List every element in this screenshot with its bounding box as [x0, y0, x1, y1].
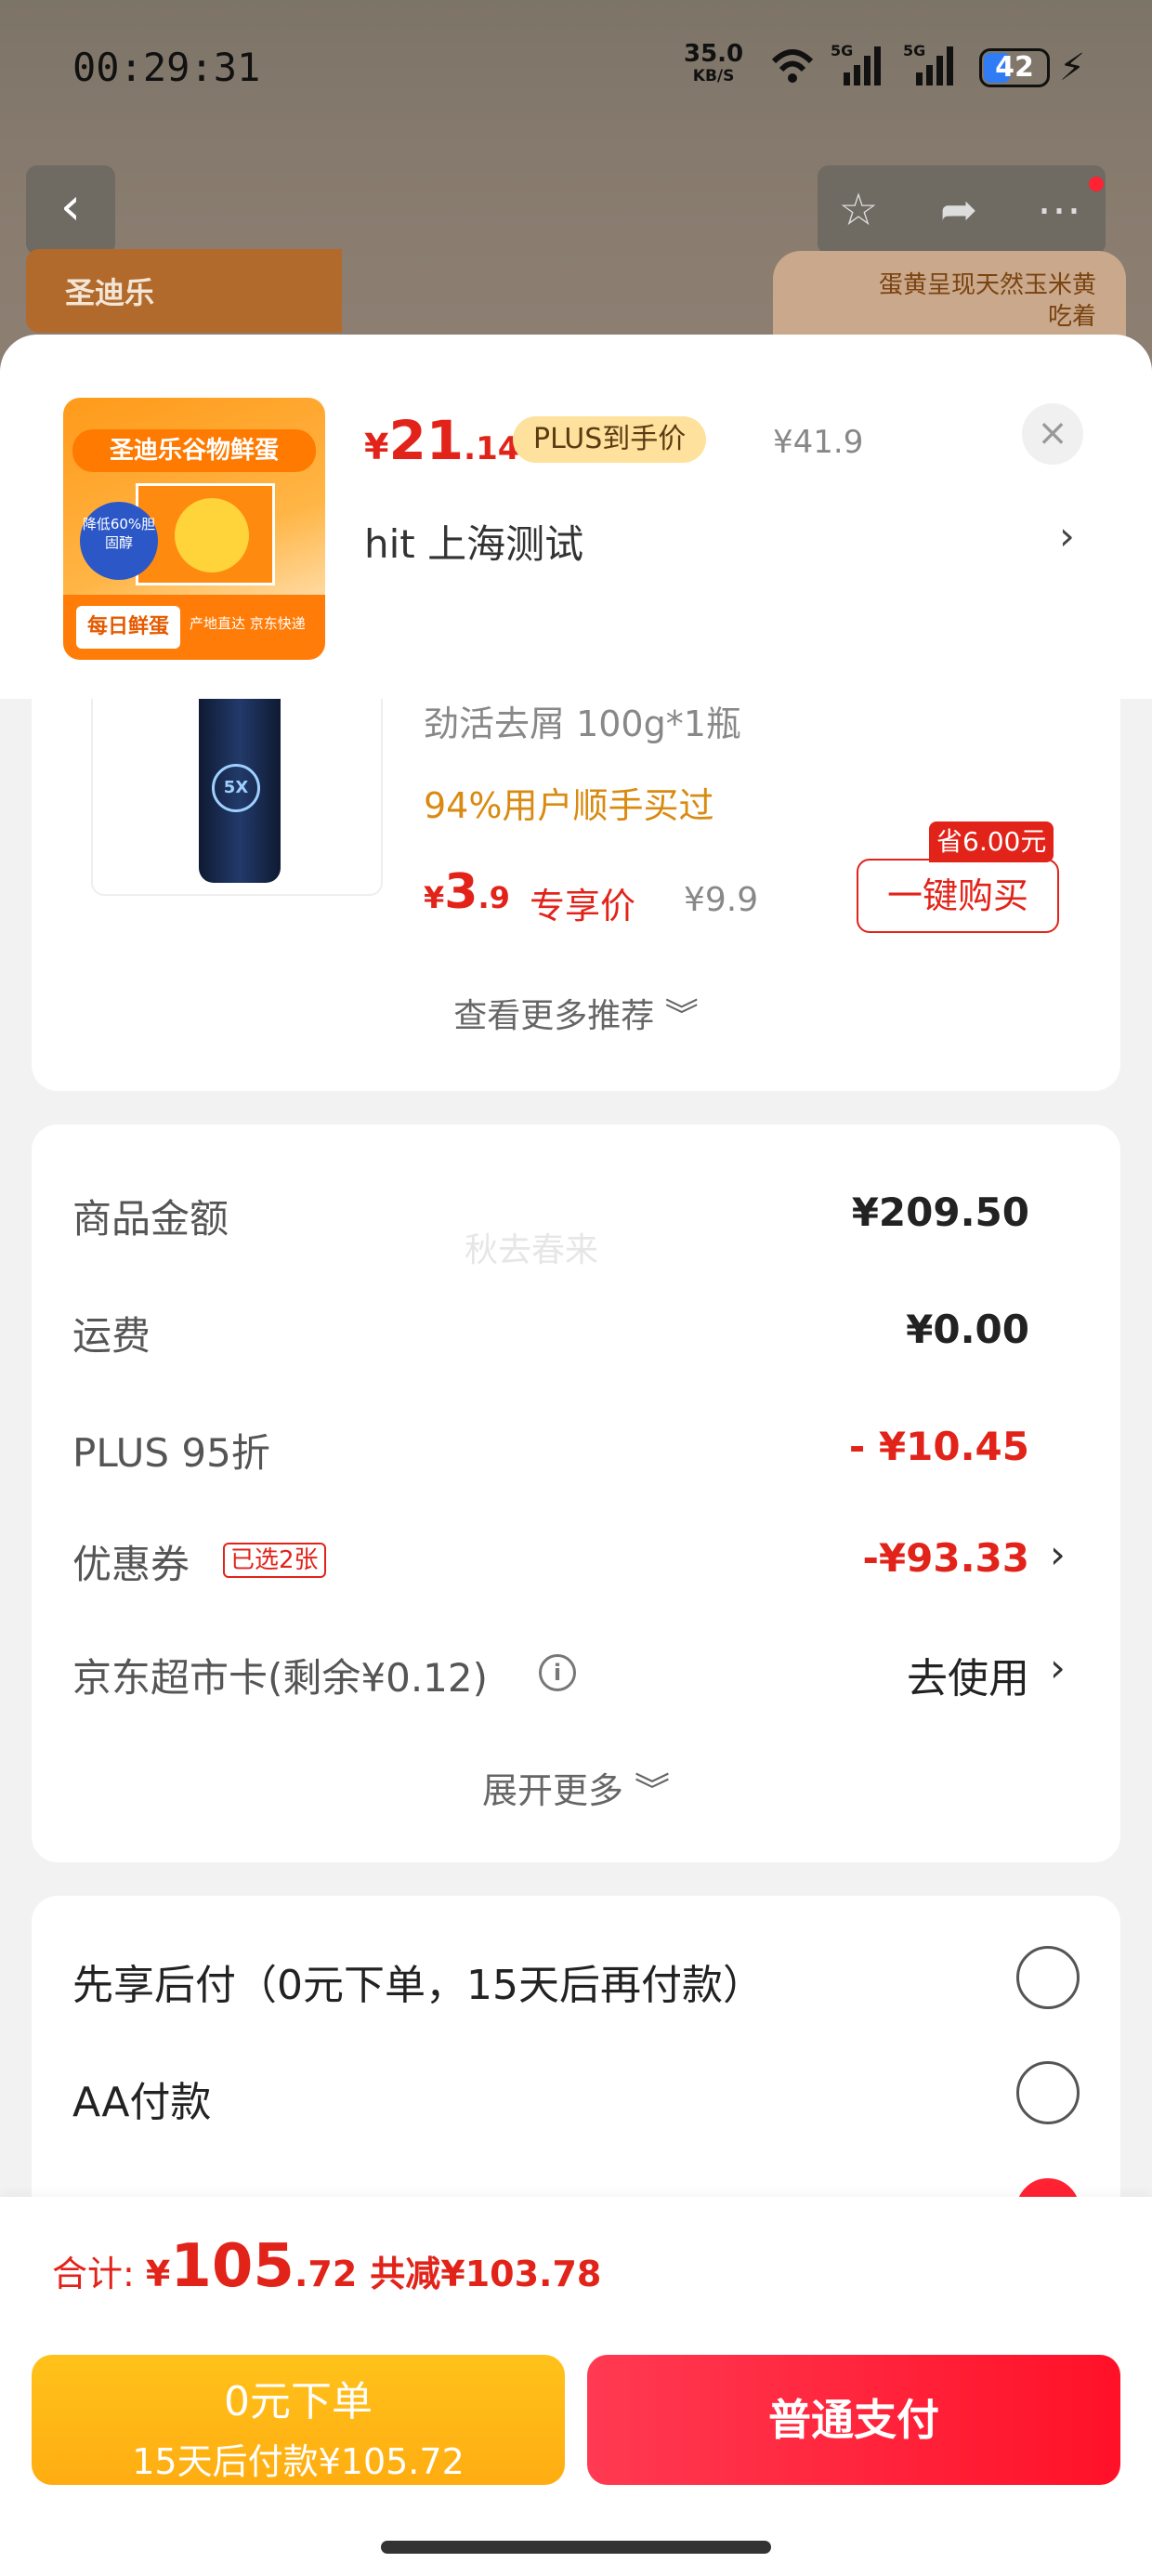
more-recommendations-link[interactable]: 查看更多推荐 ︾ [0, 989, 1152, 1037]
wifi-icon [771, 49, 814, 83]
use-card-button[interactable]: 去使用 [907, 1645, 1029, 1704]
svg-text:5G: 5G [831, 42, 853, 59]
total-symbol: ¥ [145, 2254, 171, 2294]
status-bar: 00:29:31 35.0 KB/S 5G 5G 42 ⚡ [0, 0, 1152, 139]
battery-icon: 42 [979, 48, 1050, 87]
delivery-address[interactable]: hit 上海测试 [364, 513, 583, 570]
favorite-icon[interactable]: ☆ [831, 182, 886, 238]
net-speed-value: 35.0 [684, 40, 744, 68]
close-icon[interactable]: × [1022, 403, 1083, 465]
share-icon[interactable]: ➦ [931, 182, 987, 238]
chevron-right-icon[interactable]: › [1059, 513, 1075, 559]
thumb-footer-b: 产地直达 京东快递 [190, 615, 306, 632]
product-thumbnail: 圣迪乐谷物鲜蛋 降低60%胆固醇 每日鲜蛋 产地直达 京东快递 [63, 398, 325, 660]
shipping-label: 运费 [72, 1313, 151, 1359]
zero-down-line-1: 0元下单 [224, 2378, 373, 2425]
svg-text:5G: 5G [903, 42, 925, 59]
goods-amount-value: ¥209.50 [851, 1189, 1029, 1235]
coupon-selected-tag: 已选2张 [223, 1543, 326, 1578]
thumb-footer-a: 每日鲜蛋 [76, 606, 180, 649]
thumb-title: 圣迪乐谷物鲜蛋 [72, 429, 316, 472]
zero-down-order-button[interactable]: 0元下单 15天后付款¥105.72 [32, 2355, 565, 2485]
plus-price-tag: PLUS到手价 [513, 416, 707, 463]
pay-later-radio[interactable] [1016, 1946, 1080, 2009]
save-amount-tag: 省6.00元 [929, 821, 1054, 862]
egg-image [175, 498, 249, 572]
cell-signal-icon: 5G [831, 42, 881, 85]
net-speed-unit: KB/S [692, 67, 735, 85]
brand-name: 圣迪乐 [65, 275, 155, 310]
normal-pay-button[interactable]: 普通支付 [587, 2355, 1120, 2485]
shampoo-bottle: CLEAR 5X [199, 671, 281, 883]
use-card-chevron-icon[interactable]: › [1050, 1645, 1066, 1690]
aa-pay-radio[interactable] [1016, 2061, 1080, 2124]
recommend-price: ¥3.9 [424, 864, 510, 920]
watermark: 秋去春来 [465, 1231, 599, 1269]
pay-later-option[interactable]: 先享后付（0元下单，15天后再付款） [72, 1952, 764, 2011]
clock: 00:29:31 [72, 45, 261, 90]
home-indicator[interactable] [381, 2541, 771, 2554]
expand-more-link[interactable]: 展开更多 ︾ [0, 1762, 1152, 1813]
total-integer: 105 [170, 2232, 295, 2301]
more-icon[interactable]: ⋯ [1031, 182, 1087, 238]
net-speed: 35.0 KB/S [684, 40, 744, 87]
order-total: 合计: ¥105.72 共减¥103.78 [52, 2232, 601, 2301]
promo-line-1: 蛋黄呈现天然玉米黄 [878, 271, 1096, 299]
notification-dot [1089, 177, 1104, 191]
bottle-emblem: 5X [212, 764, 260, 812]
one-click-buy-button[interactable]: 一键购买 [857, 859, 1059, 933]
price-symbol: ¥ [364, 427, 389, 467]
rec-price-integer: 3 [444, 864, 478, 920]
zero-down-line-2: 15天后付款¥105.72 [132, 2441, 465, 2482]
thumb-badge: 降低60%胆固醇 [80, 502, 158, 580]
shipping-value: ¥0.00 [906, 1307, 1029, 1352]
coupon-label[interactable]: 优惠券 [72, 1533, 190, 1590]
charging-icon: ⚡ [1059, 46, 1086, 89]
rec-price-decimal: .9 [478, 880, 510, 915]
top-actions: ☆ ➦ ⋯ [818, 165, 1106, 255]
recommend-spec: 劲活去屑 100g*1瓶 [424, 703, 741, 744]
plus-discount-value: - ¥10.45 [848, 1424, 1029, 1469]
price-decimal: .14 [464, 430, 520, 467]
coupon-chevron-icon[interactable]: › [1050, 1531, 1066, 1577]
total-discount: 共减¥103.78 [370, 2254, 602, 2294]
recommend-rate: 94%用户顺手买过 [424, 785, 714, 826]
plus-discount-label: PLUS 95折 [72, 1430, 270, 1476]
promo-line-2: 吃着 [1047, 303, 1096, 331]
rec-price-symbol: ¥ [424, 880, 445, 915]
sheet-header: 圣迪乐谷物鲜蛋 降低60%胆固醇 每日鲜蛋 产地直达 京东快递 ¥21.14 P… [0, 335, 1152, 699]
thumb-footer: 每日鲜蛋 产地直达 京东快递 [63, 595, 325, 660]
info-icon[interactable]: i [539, 1654, 576, 1691]
cell-signal-2-icon: 5G [903, 42, 953, 85]
aa-pay-option[interactable]: AA付款 [72, 2069, 211, 2128]
goods-amount-label: 商品金额 [72, 1196, 229, 1242]
exclusive-label: 专享价 [530, 886, 636, 927]
total-decimal: .72 [294, 2254, 358, 2294]
product-price: ¥21.14 [364, 409, 519, 472]
coupon-value[interactable]: -¥93.33 [862, 1535, 1029, 1581]
price-integer: 21 [388, 409, 465, 472]
battery-level: 42 [995, 51, 1034, 84]
supermarket-card-label: 京东超市卡(剩余¥0.12) [72, 1655, 489, 1701]
total-label: 合计: [52, 2254, 146, 2294]
recommend-original-price: ¥9.9 [684, 881, 759, 919]
promo-text: 蛋黄呈现天然玉米黄 吃着 [879, 269, 1096, 333]
recommend-product-image[interactable]: CLEAR 5X [91, 669, 383, 896]
original-price: ¥41.9 [773, 424, 864, 461]
back-button[interactable]: ‹ [26, 165, 115, 255]
